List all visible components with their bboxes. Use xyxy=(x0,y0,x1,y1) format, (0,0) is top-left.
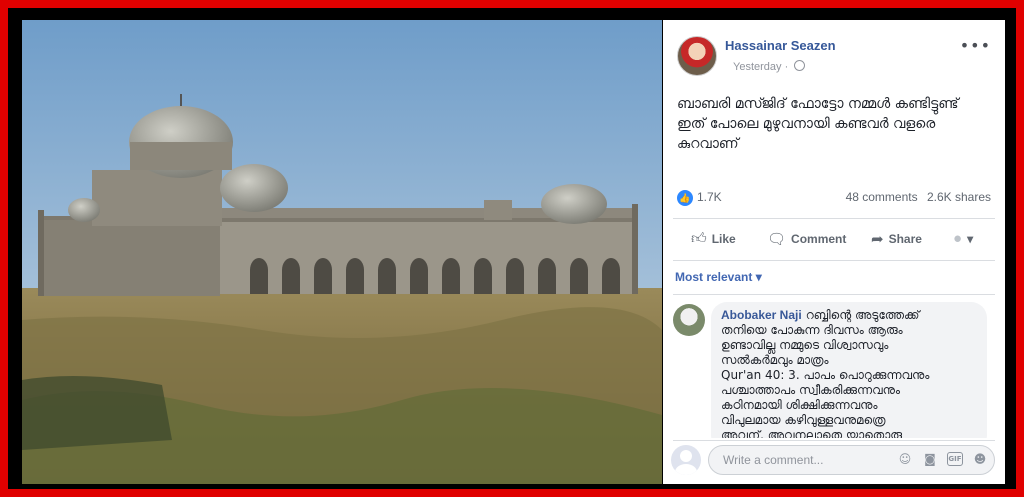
comment-text-line: സൽകർമവും മാത്രം xyxy=(721,353,829,367)
post-text-line: ഇത് പോലെ മുഴുവനായി കണ്ടവർ വളരെ xyxy=(677,116,936,132)
comment-text-line: ഉണ്ടാവില്ല നമ്മുടെ വിശ്വാസവും xyxy=(721,338,889,352)
author-avatar[interactable] xyxy=(677,36,717,76)
emoji-icon[interactable]: ☺ xyxy=(897,451,913,467)
post-timestamp[interactable]: Yesterday xyxy=(733,61,782,73)
comment-text-line: Qur'an 40: 3. പാപം പൊറുക്കുന്നവനും xyxy=(721,368,930,382)
sticker-icon[interactable]: ☻ xyxy=(972,451,988,467)
reactions-count[interactable]: 1.7K xyxy=(697,190,722,204)
share-button[interactable]: ➦ Share xyxy=(871,230,922,248)
comment-text-line: റബ്ബിന്റെ അടുത്തേക്ക് xyxy=(805,308,920,322)
engagement-counts: 👍 1.7K 48 comments 2.6K shares xyxy=(677,190,991,208)
share-label: Share xyxy=(888,232,922,246)
mosque-photo-image xyxy=(22,20,662,484)
gif-icon[interactable]: GIF xyxy=(947,452,963,466)
comment-sort-dropdown[interactable]: Most relevant ▾ xyxy=(675,270,762,284)
comment-label: Comment xyxy=(791,232,847,246)
shares-count[interactable]: 2.6K shares xyxy=(927,190,991,204)
thumbs-up-icon: 👍︎ xyxy=(691,230,707,247)
divider xyxy=(673,218,995,219)
like-button[interactable]: 👍︎ Like xyxy=(691,230,736,248)
post-sidebar: Hassainar Seazen Yesterday · ••• ബാബരി മ… xyxy=(663,20,1005,484)
like-label: Like xyxy=(711,232,736,246)
comment-box: ☺ ◙ GIF ☻ xyxy=(708,445,995,475)
comment-composer: ☺ ◙ GIF ☻ xyxy=(671,443,995,477)
post-text-line: കുറവാണ് xyxy=(677,136,739,152)
comment-text-line: പശ്ചാത്താപം സ്വീകരിക്കുന്നവനും xyxy=(721,383,900,397)
comments-count[interactable]: 48 comments xyxy=(846,190,918,204)
post-actions: 👍︎ Like 🗨︎ Comment ➦ Share ● ▾ xyxy=(677,228,993,250)
comment-author[interactable]: Abobaker Naji xyxy=(721,308,802,322)
post-header: Hassainar Seazen Yesterday · ••• xyxy=(677,36,995,80)
comment-item: Abobaker Naji റബ്ബിന്റെ അടുത്തേക്ക് തനിയെ… xyxy=(673,302,995,438)
globe-icon xyxy=(794,60,806,71)
post-text-line: ബാബരി മസ്ജിദ് ഫോട്ടോ നമ്മൾ കണ്ടിട്ടുണ്ട് xyxy=(677,96,959,112)
post-photo[interactable] xyxy=(22,20,662,484)
comment-text-line: അവന്. അവനല്ലാതെ യാതൊരു xyxy=(721,428,903,438)
comment-text-line: തനിയെ പോകുന്ന ദിവസം ആരും xyxy=(721,323,903,337)
comment-bubble: Abobaker Naji റബ്ബിന്റെ അടുത്തേക്ക് തനിയെ… xyxy=(711,302,987,438)
commenter-avatar[interactable] xyxy=(673,304,705,336)
divider xyxy=(673,294,995,295)
camera-icon[interactable]: ◙ xyxy=(922,451,938,467)
post-meta: Yesterday · xyxy=(733,60,806,73)
speech-bubble-icon: 🗨︎ xyxy=(767,231,787,248)
current-user-avatar xyxy=(671,445,701,475)
chevron-down-icon: ▾ xyxy=(967,231,974,246)
comment-text-line: വിപുലമായ കഴിവുള്ളവനുമത്രെ xyxy=(721,413,886,427)
divider xyxy=(673,440,995,441)
comment-text-line: കഠിനമായി ശിക്ഷിക്കുന്നവനും xyxy=(721,398,878,412)
share-arrow-icon: ➦ xyxy=(871,231,884,248)
post-text: ബാബരി മസ്ജിദ് ഫോട്ടോ നമ്മൾ കണ്ടിട്ടുണ്ട്… xyxy=(677,94,995,154)
profile-icon: ● xyxy=(953,230,963,247)
comment-button[interactable]: 🗨︎ Comment xyxy=(767,230,846,248)
comment-input[interactable] xyxy=(721,452,875,468)
composer-tools: ☺ ◙ GIF ☻ xyxy=(897,451,988,467)
divider xyxy=(673,260,995,261)
post-author-name[interactable]: Hassainar Seazen xyxy=(725,38,836,53)
more-options-icon[interactable]: ••• xyxy=(960,36,991,55)
like-reaction-icon[interactable]: 👍 xyxy=(677,190,693,206)
audience-selector[interactable]: ● ▾ xyxy=(953,230,973,247)
